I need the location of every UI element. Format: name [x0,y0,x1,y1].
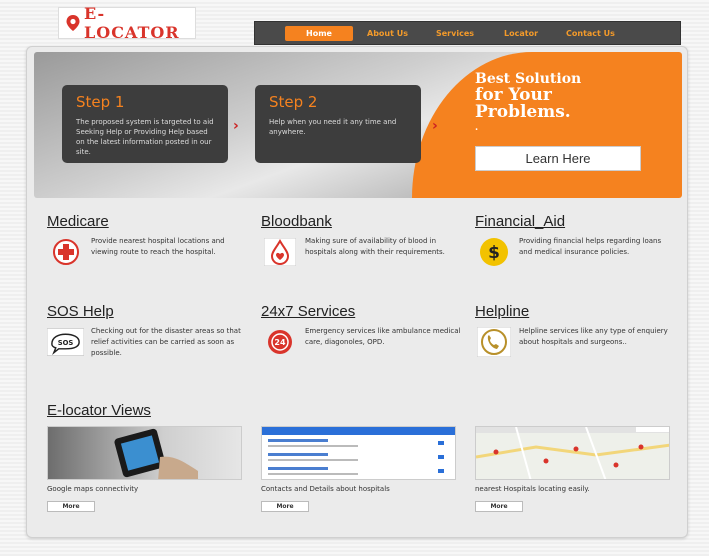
service-title[interactable]: SOS Help [47,303,247,320]
view-caption: Google maps connectivity [47,485,139,493]
chevron-right-icon: › [233,118,239,134]
nav-locator[interactable]: Locator [504,26,538,41]
nav-services[interactable]: Services [436,26,474,41]
service-title[interactable]: Financial_Aid [475,213,675,230]
map-pin-icon [65,14,81,32]
step-2-title: Step 2 [269,93,318,111]
blood-drop-icon [261,237,298,267]
service-text: Checking out for the disaster areas so t… [91,327,241,357]
phone-map-thumbnail[interactable] [47,426,242,480]
service-title[interactable]: Bloodbank [261,213,461,230]
main-container: Step 1 The proposed system is targeted t… [26,46,688,538]
nav-about-us[interactable]: About Us [367,26,408,41]
hero-banner: Step 1 The proposed system is targeted t… [34,52,682,198]
tagline-dot: . [475,123,479,133]
view-card-contacts: Contacts and Details about hospitals Mor… [261,426,456,512]
svg-text:SOS: SOS [58,339,74,347]
nav-home[interactable]: Home [285,25,353,41]
step-1-text: The proposed system is targeted to aid S… [76,118,214,156]
service-title[interactable]: Helpline [475,303,675,320]
dollar-icon: $ [475,237,512,267]
banner-tagline: Best Solution for Your Problems. . [475,72,581,136]
view-caption: Contacts and Details about hospitals [261,485,390,493]
views-title[interactable]: E-locator Views [47,402,151,419]
top-nav: Home About Us Services Locator Contact U… [254,21,681,45]
svg-text:$: $ [488,243,500,263]
svg-text:24: 24 [274,338,286,347]
service-bloodbank: Bloodbank Making sure of availability of… [261,213,461,266]
chevron-right-icon: › [432,118,438,134]
hospital-map-thumbnail[interactable] [475,426,670,480]
service-text: Providing financial helps regarding loan… [519,237,662,256]
service-medicare: Medicare Provide nearest hospital locati… [47,213,247,265]
service-title[interactable]: Medicare [47,213,247,230]
service-text: Making sure of availability of blood in … [305,237,445,256]
nav-contact-us[interactable]: Contact Us [566,26,615,41]
phone-icon [475,327,512,357]
step-1-title: Step 1 [76,93,125,111]
more-button[interactable]: More [261,501,309,512]
view-caption: nearest Hospitals locating easily. [475,485,590,493]
learn-here-button[interactable]: Learn Here [475,146,641,171]
step-2-card: Step 2 Help when you need it any time an… [255,85,421,163]
step-1-card: Step 1 The proposed system is targeted t… [62,85,228,163]
more-button[interactable]: More [47,501,95,512]
site-logo[interactable]: E-LOCATOR [58,4,196,42]
logo-text: E-LOCATOR [84,4,180,42]
view-card-locating: nearest Hospitals locating easily. More [475,426,670,512]
view-card-maps: Google maps connectivity More [47,426,242,512]
service-text: Helpline services like any type of enqui… [519,327,668,346]
service-helpline: Helpline Helpline services like any type… [475,303,675,357]
service-24x7: 24x7 Services 24 Emergency services like… [261,303,461,354]
step-2-text: Help when you need it any time and anywh… [269,118,397,136]
service-title[interactable]: 24x7 Services [261,303,461,320]
more-button[interactable]: More [475,501,523,512]
sos-icon: SOS [47,327,84,357]
24x7-icon: 24 [261,327,298,357]
service-financial-aid: Financial_Aid $ Providing financial help… [475,213,675,266]
service-text: Provide nearest hospital locations and v… [91,237,225,256]
hospital-list-thumbnail[interactable] [261,426,456,480]
red-cross-icon [47,237,84,267]
service-sos-help: SOS Help SOS Checking out for the disast… [47,303,247,359]
service-text: Emergency services like ambulance medica… [305,327,461,346]
tagline-line-3: Problems. [475,102,571,122]
